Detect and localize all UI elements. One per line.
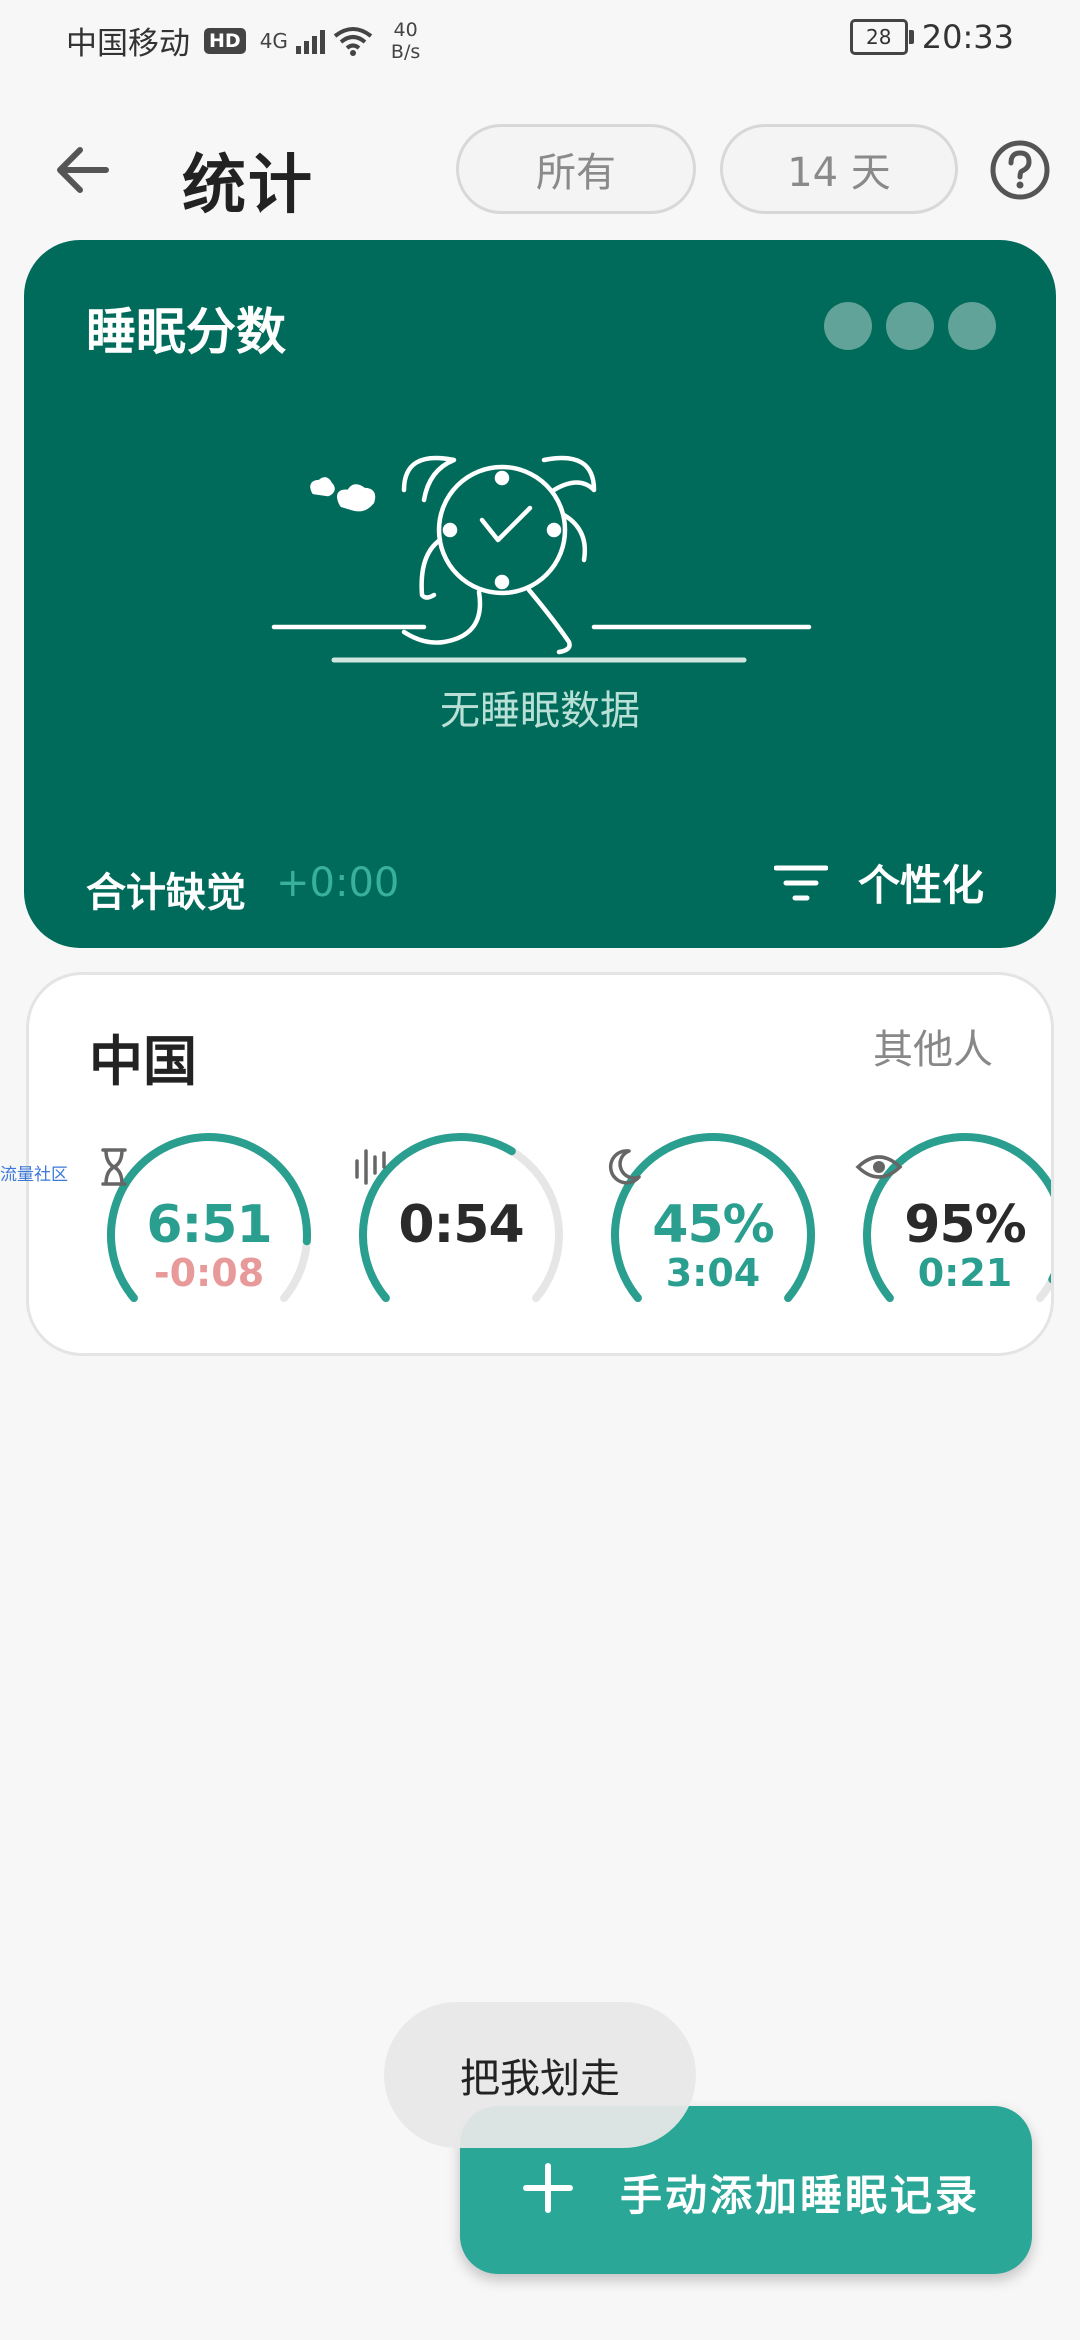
more-options-icon[interactable] — [824, 302, 996, 350]
deep-sleep-percent: 45% — [652, 1195, 774, 1255]
deep-sleep-duration: 3:04 — [665, 1251, 761, 1295]
filter-days-button[interactable]: 14 天 — [720, 124, 958, 214]
status-left: 中国移动 HD 4G 40 B/s — [66, 18, 420, 63]
snore-duration-gauge[interactable]: 0:54 — [351, 1125, 571, 1315]
personalize-button[interactable]: 个性化 — [773, 852, 984, 913]
option-dot — [824, 302, 872, 350]
sleep-duration-diff: -0:08 — [153, 1251, 265, 1295]
plus-icon — [523, 2163, 573, 2213]
option-dot — [886, 302, 934, 350]
awake-duration: 0:21 — [917, 1251, 1013, 1295]
eye-icon — [855, 1155, 903, 1179]
sleep-duration-gauge[interactable]: 6:51 -0:08 — [99, 1125, 319, 1315]
app-bar: 统计 所有 14 天 — [0, 110, 1080, 230]
region-title: 中国 — [89, 1030, 197, 1093]
help-icon[interactable] — [988, 138, 1052, 202]
others-link[interactable]: 其他人 — [873, 1017, 993, 1075]
sleep-score-card[interactable]: 睡眠分数 无睡眠数据 合计缺觉 +0:00 个性化 — [24, 240, 1056, 948]
sleep-deficit-label: 合计缺觉 — [86, 870, 246, 916]
status-bar: 中国移动 HD 4G 40 B/s 28 20:33 — [0, 0, 1080, 80]
clock: 20:33 — [921, 18, 1014, 56]
snore-duration-value: 0:54 — [398, 1195, 524, 1255]
moon-icon — [608, 1149, 641, 1185]
carrier-name: 中国移动 — [66, 26, 190, 62]
page-title: 统计 — [182, 149, 314, 223]
filter-icon — [773, 865, 828, 900]
net-speed-unit: B/s — [390, 40, 421, 63]
awake-gauge[interactable]: 95% 0:21 — [855, 1125, 1051, 1315]
deep-sleep-gauge[interactable]: 45% 3:04 — [603, 1125, 823, 1315]
sleep-score-title: 睡眠分数 — [86, 303, 286, 361]
awake-percent: 95% — [904, 1195, 1026, 1255]
option-dot — [948, 302, 996, 350]
sleep-duration-value: 6:51 — [146, 1195, 272, 1255]
filter-all-button[interactable]: 所有 — [456, 124, 696, 214]
net-speed-value: 40 — [393, 18, 418, 41]
watermark-text: 流量社区 — [0, 1165, 68, 1185]
swipe-away-hint[interactable]: 把我划走 — [384, 2002, 696, 2148]
battery-icon: 28 — [849, 19, 914, 55]
hd-badge: HD — [204, 27, 246, 54]
empty-state-message: 无睡眠数据 — [440, 688, 640, 734]
sound-wave-icon — [355, 1149, 386, 1185]
back-arrow-icon[interactable] — [48, 138, 118, 202]
battery-level: 28 — [866, 25, 892, 49]
running-alarm-clock-icon — [271, 455, 812, 663]
personalize-label: 个性化 — [857, 861, 984, 910]
region-stats-card[interactable]: 中国 其他人 6:51 -0:08 0:54 45% 3:04 95% 0:21 — [26, 972, 1054, 1356]
swipe-hint-label: 把我划走 — [460, 2056, 620, 2102]
sleep-deficit-value: +0:00 — [276, 860, 400, 906]
status-right: 28 20:33 — [849, 18, 1014, 56]
hourglass-icon — [101, 1148, 127, 1186]
add-sleep-record-label: 手动添加睡眠记录 — [620, 2171, 981, 2220]
wifi-icon — [333, 26, 373, 56]
network-type: 4G — [259, 28, 288, 53]
signal-icon — [295, 28, 325, 54]
net-speed: 40 B/s — [391, 19, 420, 63]
